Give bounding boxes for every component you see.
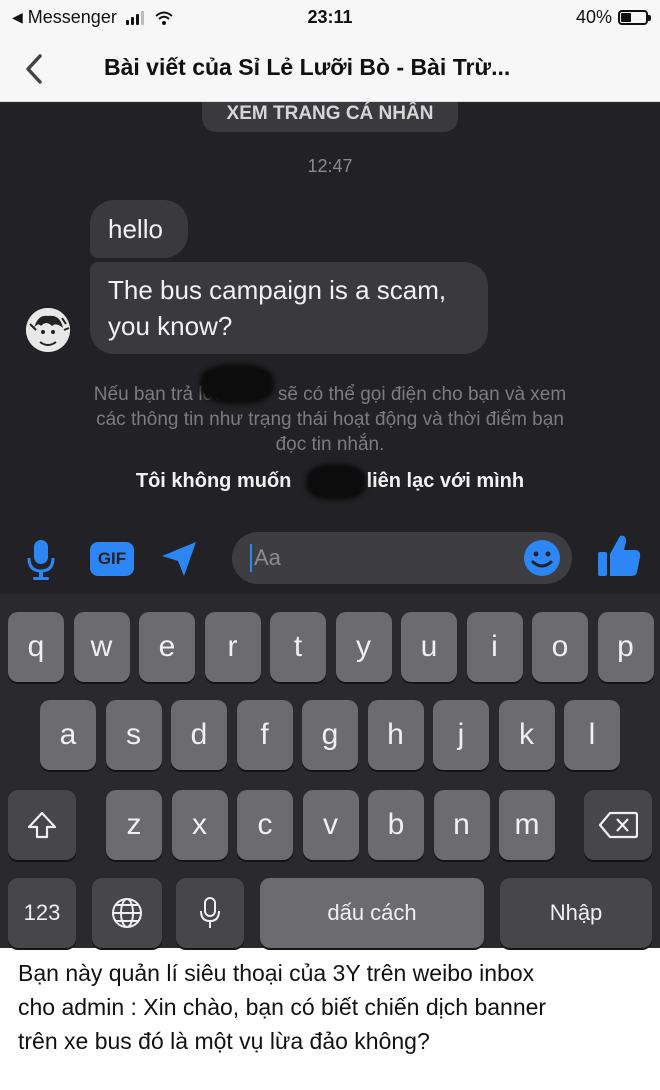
key-j[interactable]: j [433,700,489,770]
backspace-icon [598,811,639,839]
key-r[interactable]: r [204,612,261,682]
message-bubble[interactable]: hello [90,200,188,258]
message-timestamp: 12:47 [307,156,353,176]
key-c[interactable]: c [237,790,293,860]
globe-key[interactable] [92,878,162,948]
back-chevron-icon[interactable] [20,52,50,86]
key-k[interactable]: k [498,700,555,770]
notice-text: trạng thái hoạt động và thời điểm bạn [248,409,564,430]
space-key[interactable]: dấu cách [260,878,484,948]
caption-line: Bạn này quản lí siêu thoại của 3Y trên w… [18,960,535,986]
block-link-text: Tôi không muốn [135,470,292,492]
key-e[interactable]: e [139,612,195,682]
redaction-mark [200,364,274,404]
message-input[interactable] [232,532,572,584]
key-i[interactable]: i [466,612,523,682]
sender-avatar[interactable] [26,308,70,352]
notice-text: đọc tin nhắn. [275,434,385,455]
message-line: you know? [108,311,233,341]
gif-label: GIF [97,549,127,568]
key-l[interactable]: l [564,700,620,770]
shift-key[interactable] [8,790,76,860]
key-g[interactable]: g [302,700,358,770]
chat-area: XEM TRANG CÁ NHÂN 12:47 hello The bus ca… [0,102,660,594]
view-profile-button[interactable]: XEM TRANG CÁ NHÂN [202,102,458,132]
block-link-text: liên lạc với mình [366,470,525,492]
emoji-icon[interactable] [522,538,562,578]
nav-header: Bài viết của Sỉ Lẻ Lưỡi Bò - Bài Trừ... [0,36,660,102]
backspace-key[interactable] [584,790,652,860]
status-bar: ◀ Messenger 23:11 40% [0,0,660,36]
key-d[interactable]: d [171,700,227,770]
microphone-icon[interactable] [26,538,56,582]
key-x[interactable]: x [171,790,228,860]
avatar-drawing-icon [26,308,70,352]
location-arrow-icon[interactable] [158,538,200,580]
key-y[interactable]: y [335,612,392,682]
caption-line: cho admin : Xin chào, bạn có biết chiến … [18,994,547,1020]
key-h[interactable]: h [367,700,424,770]
key-b[interactable]: b [368,790,424,860]
microphone-icon [200,897,220,928]
post-caption: Bạn này quản lí siêu thoại của 3Y trên w… [18,956,648,1058]
message-bubble[interactable]: The bus campaign is a scam, you know? [90,262,488,354]
redaction-mark [306,464,366,500]
keyboard: qwertyuiop asdfghjkl zxcvbnm 123 dấu các… [0,594,660,948]
battery-percent: 40% [575,7,612,27]
key-s[interactable]: s [105,700,162,770]
globe-icon [112,898,142,928]
key-f[interactable]: f [236,700,293,770]
battery-status: 40% [575,7,651,28]
page-title: Bài viết của Sỉ Lẻ Lưỡi Bò - Bài Trừ... [104,54,511,80]
numbers-key[interactable]: 123 [8,878,76,948]
key-m[interactable]: m [499,790,555,860]
key-w[interactable]: w [73,612,130,682]
return-key[interactable]: Nhập [500,878,652,948]
notice-text: các thông tin như [96,409,243,430]
key-o[interactable]: o [532,612,588,682]
message-line: The bus campaign is a scam, [108,275,447,305]
caption-line: trên xe bus đó là một vụ lừa đảo không? [18,1028,430,1054]
thumbs-up-icon[interactable] [596,532,642,580]
key-p[interactable]: p [597,612,654,682]
key-u[interactable]: u [401,612,457,682]
clock: 23:11 [307,7,353,27]
battery-fill [621,13,631,22]
battery-icon [618,10,651,25]
key-v[interactable]: v [302,790,359,860]
dictation-key[interactable] [176,878,244,948]
key-z[interactable]: z [106,790,162,860]
message-composer: GIF [0,522,660,594]
key-n[interactable]: n [433,790,490,860]
shift-arrow-icon [27,811,57,839]
text-caret [250,544,252,572]
key-q[interactable]: q [8,612,64,682]
key-a[interactable]: a [40,700,96,770]
gif-icon[interactable]: GIF [90,542,134,576]
notice-text: sẽ có thể gọi điện cho bạn và xem [277,384,567,405]
key-t[interactable]: t [270,612,326,682]
message-request-notice: Nếu bạn trả lời sẽ có thể gọi điện cho b… [40,382,620,457]
